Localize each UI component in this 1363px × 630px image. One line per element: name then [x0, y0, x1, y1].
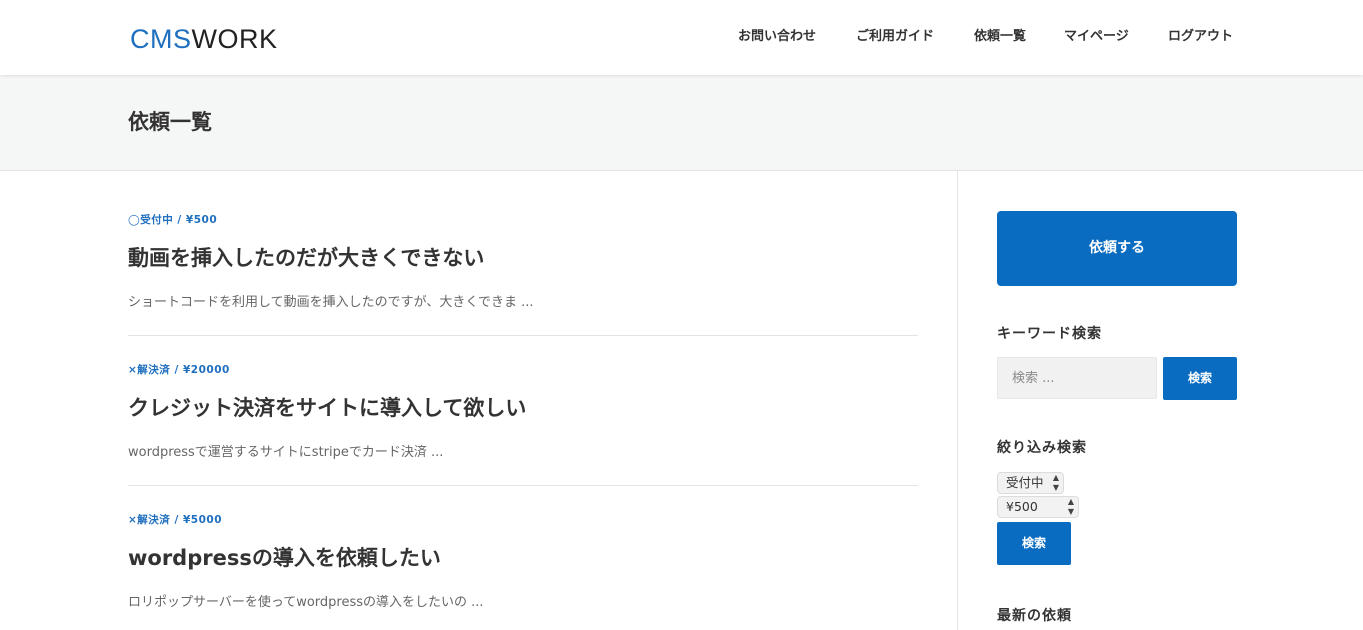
- keyword-search-input[interactable]: [997, 357, 1157, 399]
- status-badge: ◯受付中: [128, 214, 174, 226]
- request-meta: ×解決済 / ¥5000: [128, 513, 918, 527]
- request-item: ◯受付中 / ¥500 動画を挿入したのだが大きくできない ショートコードを利用…: [128, 213, 918, 312]
- status-select[interactable]: 受付中 ▲ ▼: [997, 472, 1064, 494]
- page-title: 依頼一覧: [128, 110, 212, 134]
- meta-separator: /: [174, 364, 179, 376]
- request-excerpt: ショートコードを利用して動画を挿入したのですが、大きくできま ...: [128, 295, 534, 310]
- keyword-search-button[interactable]: 検索: [1163, 357, 1237, 400]
- request-title[interactable]: wordpressの導入を依頼したい: [128, 543, 918, 573]
- request-item: ×解決済 / ¥20000 クレジット決済をサイトに導入して欲しい wordpr…: [128, 363, 918, 462]
- request-title[interactable]: クレジット決済をサイトに導入して欲しい: [128, 393, 918, 423]
- price-badge: ¥500: [185, 214, 218, 226]
- list-divider: [128, 335, 918, 336]
- meta-separator: /: [174, 514, 179, 526]
- status-badge: ×解決済: [128, 514, 171, 526]
- filter-search-button[interactable]: 検索: [997, 522, 1071, 565]
- request-title[interactable]: 動画を挿入したのだが大きくできない: [128, 243, 918, 273]
- status-select-value: 受付中: [1006, 475, 1044, 490]
- price-badge: ¥5000: [182, 514, 222, 526]
- latest-requests-title: 最新の依頼: [997, 608, 1072, 624]
- keyword-search-title: キーワード検索: [997, 326, 1102, 342]
- nav-mypage[interactable]: マイページ: [1064, 28, 1129, 46]
- filter-search-title: 絞り込み検索: [997, 440, 1087, 456]
- price-select[interactable]: ¥500 ▲ ▼: [997, 496, 1079, 518]
- select-arrows-icon: ▲ ▼: [1052, 473, 1059, 492]
- site-header: CMSWORK お問い合わせ ご利用ガイド 依頼一覧 マイページ ログアウト: [0, 0, 1363, 75]
- select-arrows-icon: ▲ ▼: [1067, 497, 1074, 516]
- nav-contact[interactable]: お問い合わせ: [738, 28, 816, 46]
- new-request-button[interactable]: 依頼する: [997, 211, 1237, 286]
- price-badge: ¥20000: [182, 364, 230, 376]
- status-badge: ×解決済: [128, 364, 171, 376]
- request-meta: ×解決済 / ¥20000: [128, 363, 918, 377]
- meta-separator: /: [177, 214, 182, 226]
- request-excerpt: wordpressで運営するサイトにstripeでカード決済 ...: [128, 445, 444, 460]
- request-item: ×解決済 / ¥5000 wordpressの導入を依頼したい ロリポップサーバ…: [128, 513, 918, 612]
- request-excerpt: ロリポップサーバーを使ってwordpressの導入をしたいの ...: [128, 595, 484, 610]
- nav-logout[interactable]: ログアウト: [1168, 28, 1233, 46]
- request-meta: ◯受付中 / ¥500: [128, 213, 918, 227]
- nav-guide[interactable]: ご利用ガイド: [856, 28, 934, 46]
- main-nav: お問い合わせ ご利用ガイド 依頼一覧 マイページ ログアウト: [0, 28, 1363, 48]
- page-title-band: 依頼一覧: [0, 75, 1363, 171]
- nav-request-list[interactable]: 依頼一覧: [974, 28, 1026, 46]
- sidebar-divider: [957, 171, 958, 630]
- list-divider: [128, 485, 918, 486]
- price-select-value: ¥500: [1006, 499, 1038, 514]
